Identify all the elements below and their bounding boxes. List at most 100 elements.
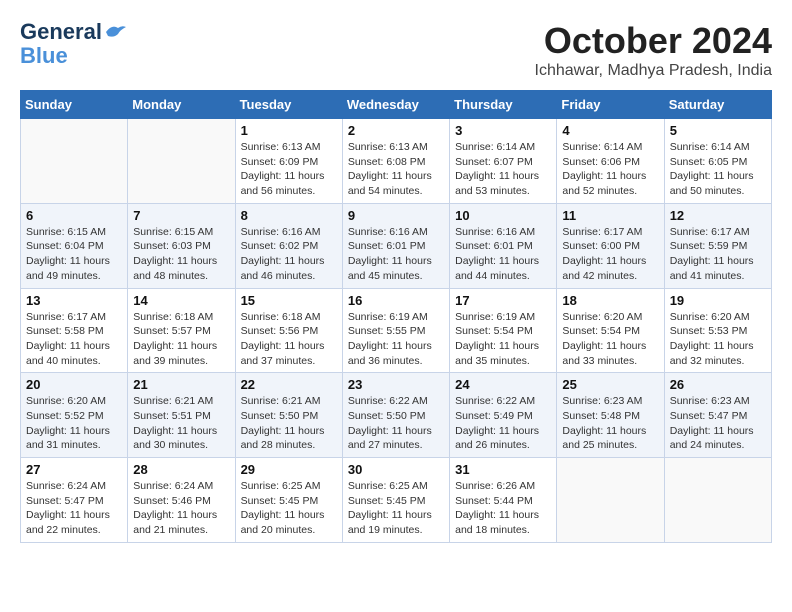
day-number: 31 [455, 462, 551, 477]
day-cell: 13 Sunrise: 6:17 AMSunset: 5:58 PMDayligh… [21, 288, 128, 373]
day-cell: 20 Sunrise: 6:20 AMSunset: 5:52 PMDayligh… [21, 373, 128, 458]
week-row-4: 20 Sunrise: 6:20 AMSunset: 5:52 PMDayligh… [21, 373, 772, 458]
day-cell [128, 119, 235, 204]
day-number: 30 [348, 462, 444, 477]
day-info: Sunrise: 6:17 AMSunset: 6:00 PMDaylight:… [562, 225, 658, 284]
week-row-3: 13 Sunrise: 6:17 AMSunset: 5:58 PMDayligh… [21, 288, 772, 373]
day-number: 13 [26, 293, 122, 308]
day-cell: 17Sunrise: 6:19 AMSunset: 5:54 PMDayligh… [450, 288, 557, 373]
day-info: Sunrise: 6:18 AMSunset: 5:57 PMDaylight:… [133, 310, 229, 369]
day-info: Sunrise: 6:16 AMSunset: 6:01 PMDaylight:… [455, 225, 551, 284]
day-number: 21 [133, 377, 229, 392]
day-number: 29 [241, 462, 337, 477]
day-cell: 1 Sunrise: 6:13 AMSunset: 6:09 PMDaylight… [235, 119, 342, 204]
day-info: Sunrise: 6:13 AMSunset: 6:08 PMDaylight:… [348, 140, 444, 199]
day-info: Sunrise: 6:24 AMSunset: 5:46 PMDaylight:… [133, 479, 229, 538]
logo-text-general: General [20, 20, 102, 44]
day-cell: 18Sunrise: 6:20 AMSunset: 5:54 PMDayligh… [557, 288, 664, 373]
logo-bird-icon [104, 24, 126, 40]
day-cell: 4 Sunrise: 6:14 AMSunset: 6:06 PMDaylight… [557, 119, 664, 204]
month-title: October 2024 [535, 20, 772, 62]
day-number: 17 [455, 293, 551, 308]
day-info: Sunrise: 6:17 AMSunset: 5:58 PMDaylight:… [26, 310, 122, 369]
day-number: 10 [455, 208, 551, 223]
day-info: Sunrise: 6:22 AMSunset: 5:50 PMDaylight:… [348, 394, 444, 453]
day-info: Sunrise: 6:22 AMSunset: 5:49 PMDaylight:… [455, 394, 551, 453]
day-cell [557, 458, 664, 543]
day-number: 25 [562, 377, 658, 392]
day-cell: 7Sunrise: 6:15 AMSunset: 6:03 PMDaylight… [128, 203, 235, 288]
day-number: 28 [133, 462, 229, 477]
week-row-2: 6 Sunrise: 6:15 AMSunset: 6:04 PMDaylight… [21, 203, 772, 288]
day-info: Sunrise: 6:25 AMSunset: 5:45 PMDaylight:… [241, 479, 337, 538]
day-cell: 26 Sunrise: 6:23 AMSunset: 5:47 PMDayligh… [664, 373, 771, 458]
day-number: 16 [348, 293, 444, 308]
day-number: 14 [133, 293, 229, 308]
day-cell: 9 Sunrise: 6:16 AMSunset: 6:01 PMDaylight… [342, 203, 449, 288]
day-info: Sunrise: 6:13 AMSunset: 6:09 PMDaylight:… [241, 140, 337, 199]
day-number: 1 [241, 123, 337, 138]
day-number: 24 [455, 377, 551, 392]
day-number: 9 [348, 208, 444, 223]
day-cell: 30 Sunrise: 6:25 AMSunset: 5:45 PMDayligh… [342, 458, 449, 543]
title-block: October 2024 Ichhawar, Madhya Pradesh, I… [535, 20, 772, 80]
weekday-header-sunday: Sunday [21, 91, 128, 119]
day-cell: 8Sunrise: 6:16 AMSunset: 6:02 PMDaylight… [235, 203, 342, 288]
day-info: Sunrise: 6:21 AMSunset: 5:50 PMDaylight:… [241, 394, 337, 453]
logo-text-blue: Blue [20, 44, 68, 68]
weekday-header-row: SundayMondayTuesdayWednesdayThursdayFrid… [21, 91, 772, 119]
day-number: 19 [670, 293, 766, 308]
weekday-header-friday: Friday [557, 91, 664, 119]
calendar-table: SundayMondayTuesdayWednesdayThursdayFrid… [20, 90, 772, 543]
day-info: Sunrise: 6:15 AMSunset: 6:04 PMDaylight:… [26, 225, 122, 284]
day-cell: 21 Sunrise: 6:21 AMSunset: 5:51 PMDayligh… [128, 373, 235, 458]
day-cell [664, 458, 771, 543]
logo: General Blue [20, 20, 126, 68]
day-info: Sunrise: 6:17 AMSunset: 5:59 PMDaylight:… [670, 225, 766, 284]
day-cell: 6 Sunrise: 6:15 AMSunset: 6:04 PMDaylight… [21, 203, 128, 288]
day-cell: 12 Sunrise: 6:17 AMSunset: 5:59 PMDayligh… [664, 203, 771, 288]
day-number: 12 [670, 208, 766, 223]
day-info: Sunrise: 6:14 AMSunset: 6:06 PMDaylight:… [562, 140, 658, 199]
day-cell [21, 119, 128, 204]
day-info: Sunrise: 6:19 AMSunset: 5:55 PMDaylight:… [348, 310, 444, 369]
day-info: Sunrise: 6:20 AMSunset: 5:53 PMDaylight:… [670, 310, 766, 369]
weekday-header-thursday: Thursday [450, 91, 557, 119]
day-info: Sunrise: 6:25 AMSunset: 5:45 PMDaylight:… [348, 479, 444, 538]
day-number: 27 [26, 462, 122, 477]
day-number: 11 [562, 208, 658, 223]
day-info: Sunrise: 6:21 AMSunset: 5:51 PMDaylight:… [133, 394, 229, 453]
day-info: Sunrise: 6:23 AMSunset: 5:48 PMDaylight:… [562, 394, 658, 453]
weekday-header-tuesday: Tuesday [235, 91, 342, 119]
day-info: Sunrise: 6:18 AMSunset: 5:56 PMDaylight:… [241, 310, 337, 369]
day-cell: 31 Sunrise: 6:26 AMSunset: 5:44 PMDayligh… [450, 458, 557, 543]
day-cell: 5 Sunrise: 6:14 AMSunset: 6:05 PMDaylight… [664, 119, 771, 204]
day-number: 4 [562, 123, 658, 138]
day-number: 22 [241, 377, 337, 392]
day-info: Sunrise: 6:14 AMSunset: 6:05 PMDaylight:… [670, 140, 766, 199]
day-cell: 15 Sunrise: 6:18 AMSunset: 5:56 PMDayligh… [235, 288, 342, 373]
day-cell: 28 Sunrise: 6:24 AMSunset: 5:46 PMDayligh… [128, 458, 235, 543]
weekday-header-monday: Monday [128, 91, 235, 119]
weekday-header-saturday: Saturday [664, 91, 771, 119]
day-info: Sunrise: 6:26 AMSunset: 5:44 PMDaylight:… [455, 479, 551, 538]
day-cell: 27Sunrise: 6:24 AMSunset: 5:47 PMDayligh… [21, 458, 128, 543]
day-info: Sunrise: 6:16 AMSunset: 6:01 PMDaylight:… [348, 225, 444, 284]
page-header: General Blue October 2024 Ichhawar, Madh… [20, 20, 772, 80]
day-cell: 16 Sunrise: 6:19 AMSunset: 5:55 PMDayligh… [342, 288, 449, 373]
day-info: Sunrise: 6:20 AMSunset: 5:54 PMDaylight:… [562, 310, 658, 369]
day-number: 26 [670, 377, 766, 392]
day-cell: 10 Sunrise: 6:16 AMSunset: 6:01 PMDayligh… [450, 203, 557, 288]
day-info: Sunrise: 6:23 AMSunset: 5:47 PMDaylight:… [670, 394, 766, 453]
day-number: 20 [26, 377, 122, 392]
day-number: 15 [241, 293, 337, 308]
day-number: 6 [26, 208, 122, 223]
day-info: Sunrise: 6:20 AMSunset: 5:52 PMDaylight:… [26, 394, 122, 453]
day-number: 5 [670, 123, 766, 138]
day-number: 8 [241, 208, 337, 223]
location: Ichhawar, Madhya Pradesh, India [535, 62, 772, 80]
day-cell: 2Sunrise: 6:13 AMSunset: 6:08 PMDaylight… [342, 119, 449, 204]
day-number: 3 [455, 123, 551, 138]
weekday-header-wednesday: Wednesday [342, 91, 449, 119]
day-number: 23 [348, 377, 444, 392]
